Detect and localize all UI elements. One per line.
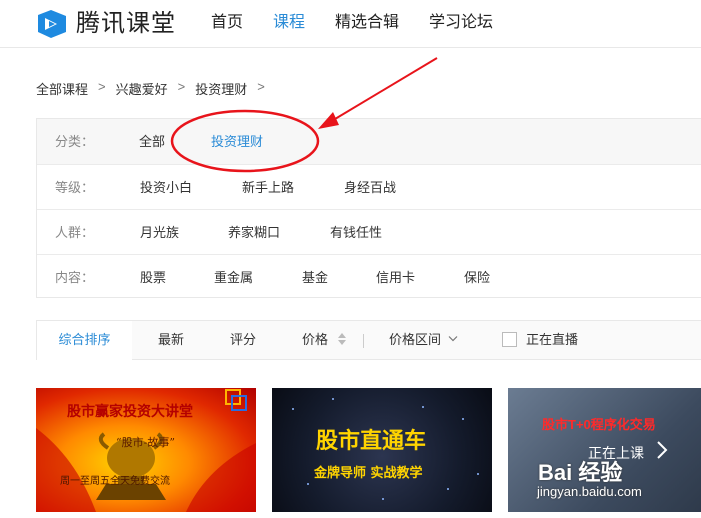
sort-latest[interactable]: 最新 [158,321,184,359]
nav-courses[interactable]: 课程 [273,0,305,48]
sort-price-range[interactable]: 价格区间 [389,321,458,359]
breadcrumb-separator: > [257,79,265,94]
filter-label-level: 等级： [55,180,95,195]
course-3-title: 股市T+0程序化交易 [542,417,656,432]
nav-home[interactable]: 首页 [211,0,243,48]
sort-price[interactable]: 价格 [302,321,347,359]
filter-label-content: 内容： [55,270,95,285]
top-header: 腾讯课堂 首页 课程 精选合辑 学习论坛 [0,0,701,48]
live-checkbox[interactable] [502,332,517,347]
filter-option-level-veteran[interactable]: 身经百战 [344,165,396,210]
sort-price-range-label: 价格区间 [389,332,442,347]
sort-divider [363,334,364,348]
course-card-1[interactable]: 股市赢家投资大讲堂 “股市-故事” 周一至周五全天免费交流 [36,388,256,512]
course-1-footer: 周一至周五全天免费交流 [60,476,170,487]
course-2-title: 股市直通车 [316,429,427,454]
filter-label-audience: 人群： [55,225,95,240]
breadcrumb-investment[interactable]: 投资理财 [195,79,247,98]
course-1-title: 股市赢家投资大讲堂 [67,404,193,420]
watermark-url: jingyan.baidu.com [537,484,642,499]
course-2-subtitle: 金牌导师 实战教学 [314,466,423,481]
filter-option-credit-card[interactable]: 信用卡 [376,255,415,300]
filter-option-insurance[interactable]: 保险 [464,255,490,300]
filter-option-funds[interactable]: 基金 [302,255,328,300]
filter-panel: 分类： 全部 投资理财 等级： 投资小白 新手上路 身经百战 人群： 月光族 养… [36,118,701,298]
breadcrumb-separator: > [98,79,106,94]
filter-option-level-beginner[interactable]: 投资小白 [140,165,192,210]
sort-bar: 综合排序 最新 评分 价格 价格区间 正在直播 [36,320,701,360]
breadcrumb: 全部课程 > 兴趣爱好 > 投资理财 > [36,79,275,98]
filter-row-audience: 人群： 月光族 养家糊口 有钱任性 [37,210,701,255]
logo-text: 腾讯课堂 [76,10,176,37]
sort-price-label: 价格 [302,332,329,347]
filter-option-precious-metals[interactable]: 重金属 [214,255,253,300]
logo[interactable]: 腾讯课堂 [36,9,176,39]
main-nav: 首页 课程 精选合辑 学习论坛 [211,0,523,48]
watermark-brand: Bai 经验 [538,460,623,485]
tencent-classroom-logo-icon [38,10,66,38]
breadcrumb-separator: > [177,79,186,94]
chevron-down-icon [448,336,458,342]
course-card-2[interactable]: 股市直通车 金牌导师 实战教学 [272,388,492,512]
breadcrumb-hobbies[interactable]: 兴趣爱好 [116,79,168,98]
sort-arrows-icon [337,333,346,345]
sort-rating[interactable]: 评分 [230,321,256,359]
filter-option-level-novice[interactable]: 新手上路 [242,165,294,210]
filter-label-category: 分类： [55,134,95,149]
filter-row-content: 内容： 股票 重金属 基金 信用卡 保险 [37,255,701,300]
baidu-jingyan-watermark: Bai 经验 jingyan.baidu.com [535,455,695,513]
live-checkbox-label[interactable]: 正在直播 [526,321,578,359]
breadcrumb-all-courses[interactable]: 全部课程 [36,79,88,98]
annotation-arrow-line [329,57,438,123]
filter-row-level: 等级： 投资小白 新手上路 身经百战 [37,165,701,210]
filter-option-investment[interactable]: 投资理财 [211,119,263,164]
filter-option-audience-rich[interactable]: 有钱任性 [330,210,382,255]
sort-comprehensive[interactable]: 综合排序 [36,321,132,360]
nav-featured[interactable]: 精选合辑 [335,0,399,48]
filter-option-stocks[interactable]: 股票 [140,255,166,300]
course-1-subtitle: “股市-故事” [116,436,175,449]
nav-forum[interactable]: 学习论坛 [429,0,493,48]
filter-option-audience-paycheck[interactable]: 月光族 [140,210,179,255]
filter-row-category: 分类： 全部 投资理财 [37,119,701,165]
filter-option-audience-family[interactable]: 养家糊口 [228,210,280,255]
filter-option-all[interactable]: 全部 [139,119,165,164]
